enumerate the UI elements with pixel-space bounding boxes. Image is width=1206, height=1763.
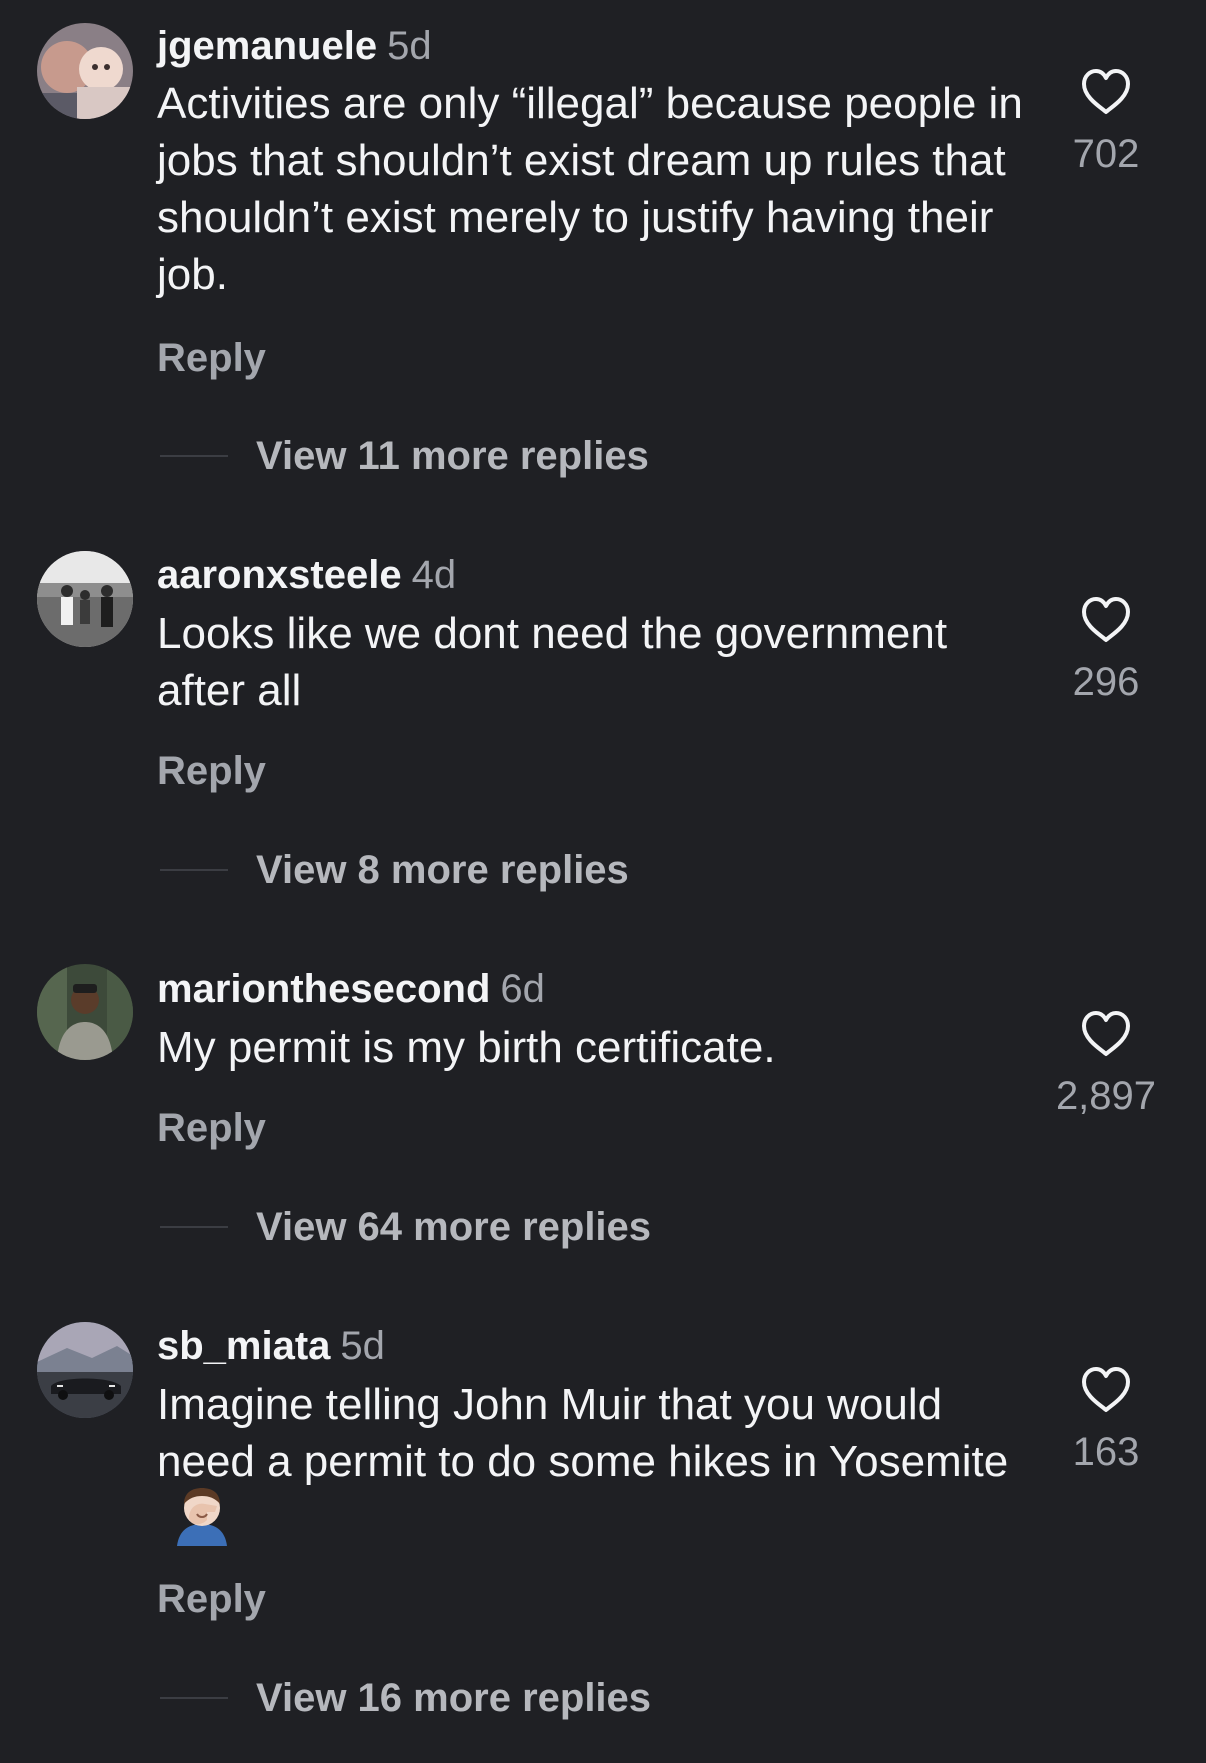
divider [160, 455, 228, 457]
heart-icon[interactable] [1080, 1366, 1132, 1414]
like-control: 702 [1026, 68, 1186, 178]
reply-button[interactable]: Reply [157, 747, 266, 795]
username[interactable]: aaronxsteele [157, 553, 402, 597]
comment-header: sb_miata 5d [157, 1322, 385, 1370]
view-more-replies-label: View 8 more replies [256, 848, 629, 892]
face-palm-emoji-icon [177, 1488, 227, 1547]
view-more-replies-label: View 64 more replies [256, 1205, 652, 1249]
comment-text: Activities are only “illegal” because pe… [157, 79, 1023, 299]
timestamp: 5d [387, 24, 432, 68]
comment-header: aaronxsteele 4d [157, 551, 456, 599]
comment-header: jgemanuele 5d [157, 22, 432, 70]
reply-button[interactable]: Reply [157, 1575, 266, 1623]
heart-icon[interactable] [1080, 1010, 1132, 1058]
divider [160, 1226, 228, 1228]
reply-button[interactable]: Reply [157, 334, 266, 382]
comment-text: Imagine telling John Muir that you would… [157, 1376, 1047, 1552]
comment-text: Looks like we dont need the government a… [157, 609, 948, 715]
heart-icon[interactable] [1080, 596, 1132, 644]
avatar[interactable] [37, 964, 133, 1060]
avatar[interactable] [37, 23, 133, 119]
baby-photo-avatar-icon [37, 23, 133, 119]
username[interactable]: sb_miata [157, 1324, 330, 1368]
comment-text: My permit is my birth certificate. [157, 1023, 776, 1072]
username[interactable]: marionthesecond [157, 967, 490, 1011]
heart-icon[interactable] [1080, 68, 1132, 116]
timestamp: 6d [500, 967, 545, 1011]
avatar[interactable] [37, 1322, 133, 1418]
person-photo-avatar-icon [37, 964, 133, 1060]
view-more-replies[interactable]: View 11 more replies [160, 432, 649, 480]
comments-page: jgemanuele 5d Activities are only “illega… [0, 0, 1206, 1763]
like-control: 163 [1026, 1366, 1186, 1476]
timestamp: 4d [411, 553, 457, 597]
avatar[interactable] [37, 551, 133, 647]
like-control: 2,897 [1026, 1010, 1186, 1120]
view-more-replies[interactable]: View 16 more replies [160, 1674, 651, 1722]
view-more-replies[interactable]: View 64 more replies [160, 1203, 651, 1251]
view-more-replies[interactable]: View 8 more replies [160, 846, 629, 894]
view-more-replies-label: View 16 more replies [256, 1676, 652, 1720]
divider [160, 1697, 228, 1699]
username[interactable]: jgemanuele [157, 24, 377, 68]
view-more-replies-label: View 11 more replies [256, 434, 649, 478]
car-photo-avatar-icon [37, 1322, 133, 1418]
like-count: 296 [1072, 660, 1140, 704]
like-count: 163 [1072, 1430, 1140, 1474]
like-count: 702 [1072, 132, 1140, 176]
like-control: 296 [1026, 596, 1186, 706]
comment-text-content: Imagine telling John Muir that you would… [157, 1380, 1009, 1486]
comment-header: marionthesecond 6d [157, 965, 545, 1013]
timestamp: 5d [340, 1324, 385, 1368]
like-count: 2,897 [1055, 1074, 1157, 1118]
wedding-photo-avatar-icon [37, 551, 133, 647]
divider [160, 869, 228, 871]
reply-button[interactable]: Reply [157, 1104, 266, 1152]
